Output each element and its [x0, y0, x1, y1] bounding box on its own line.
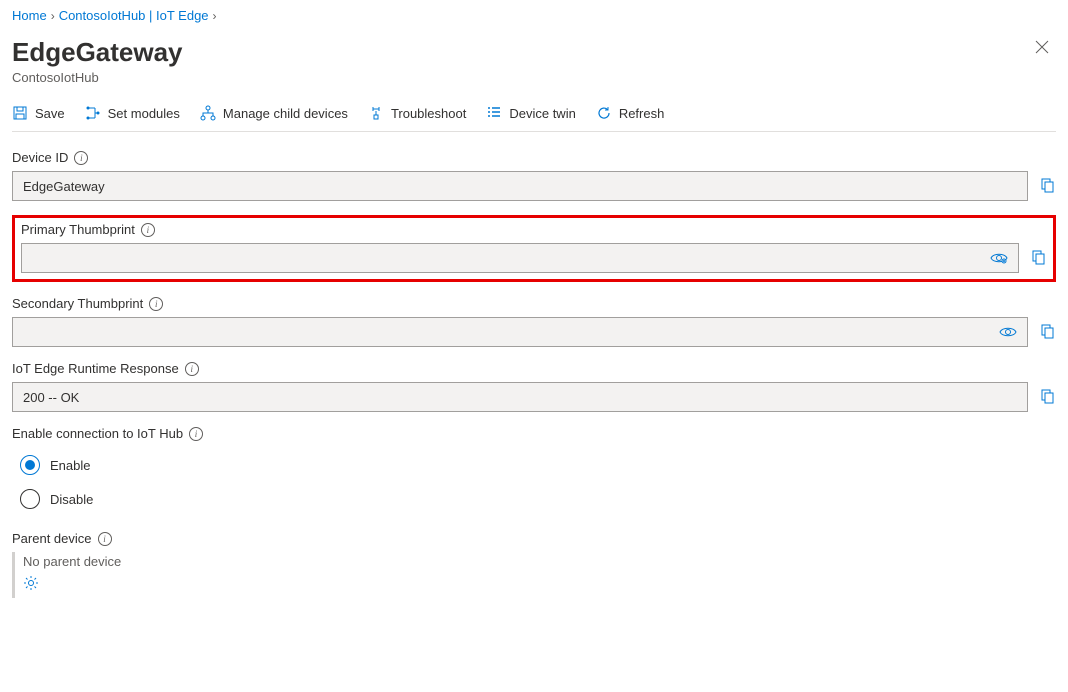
parent-device-box: No parent device	[12, 552, 1056, 598]
device-id-field: Device ID i EdgeGateway	[12, 150, 1056, 201]
chevron-right-icon: ›	[213, 9, 217, 23]
copy-device-id-button[interactable]	[1038, 177, 1056, 195]
radio-disable[interactable]: Disable	[20, 489, 1056, 509]
command-bar: Save Set modules Manage child devices Tr…	[12, 99, 1056, 132]
page-subtitle: ContosoIotHub	[12, 70, 183, 85]
runtime-response-value: 200 -- OK	[23, 390, 79, 405]
eye-icon	[990, 251, 1008, 265]
runtime-response-input: 200 -- OK	[12, 382, 1028, 412]
primary-thumbprint-field: Primary Thumbprint i	[21, 222, 1047, 273]
primary-thumbprint-label: Primary Thumbprint	[21, 222, 135, 237]
device-twin-button[interactable]: Device twin	[486, 105, 575, 121]
parent-none-text: No parent device	[23, 554, 1056, 569]
gear-icon	[23, 575, 39, 591]
parent-device-field: Parent device i No parent device	[12, 531, 1056, 598]
close-button[interactable]	[1028, 33, 1056, 66]
set-modules-button[interactable]: Set modules	[85, 105, 180, 121]
refresh-label: Refresh	[619, 106, 665, 121]
device-id-input: EdgeGateway	[12, 171, 1028, 201]
copy-icon	[1030, 250, 1046, 266]
primary-thumbprint-highlight: Primary Thumbprint i	[12, 215, 1056, 282]
breadcrumb-hub[interactable]: ContosoIotHub | IoT Edge	[59, 8, 209, 23]
configure-parent-button[interactable]	[23, 575, 39, 591]
secondary-thumbprint-field: Secondary Thumbprint i	[12, 296, 1056, 347]
close-icon	[1034, 39, 1050, 55]
secondary-thumbprint-input[interactable]	[12, 317, 1028, 347]
info-icon[interactable]: i	[98, 532, 112, 546]
manage-children-label: Manage child devices	[223, 106, 348, 121]
troubleshoot-label: Troubleshoot	[391, 106, 466, 121]
eye-icon	[999, 325, 1017, 339]
runtime-response-label: IoT Edge Runtime Response	[12, 361, 179, 376]
info-icon[interactable]: i	[141, 223, 155, 237]
save-button[interactable]: Save	[12, 105, 65, 121]
device-id-value: EdgeGateway	[23, 179, 105, 194]
radio-icon	[20, 489, 40, 509]
troubleshoot-button[interactable]: Troubleshoot	[368, 105, 466, 121]
info-icon[interactable]: i	[149, 297, 163, 311]
device-id-label: Device ID	[12, 150, 68, 165]
runtime-response-field: IoT Edge Runtime Response i 200 -- OK	[12, 361, 1056, 412]
primary-thumbprint-input[interactable]	[21, 243, 1019, 273]
reveal-primary-button[interactable]	[990, 249, 1008, 267]
save-icon	[12, 105, 28, 121]
connection-label: Enable connection to IoT Hub	[12, 426, 183, 441]
troubleshoot-icon	[368, 105, 384, 121]
radio-disable-label: Disable	[50, 492, 93, 507]
secondary-thumbprint-label: Secondary Thumbprint	[12, 296, 143, 311]
page-title: EdgeGateway	[12, 37, 183, 68]
copy-icon	[1039, 389, 1055, 405]
connection-radio-group: Enable Disable	[20, 455, 1056, 509]
hierarchy-icon	[200, 105, 216, 121]
reveal-secondary-button[interactable]	[999, 323, 1017, 341]
info-icon[interactable]: i	[185, 362, 199, 376]
copy-icon	[1039, 324, 1055, 340]
info-icon[interactable]: i	[189, 427, 203, 441]
copy-runtime-button[interactable]	[1038, 388, 1056, 406]
breadcrumb: Home › ContosoIotHub | IoT Edge ›	[12, 8, 1056, 23]
radio-enable-label: Enable	[50, 458, 90, 473]
connection-field: Enable connection to IoT Hub i Enable Di…	[12, 426, 1056, 509]
refresh-button[interactable]: Refresh	[596, 105, 665, 121]
info-icon[interactable]: i	[74, 151, 88, 165]
modules-icon	[85, 105, 101, 121]
refresh-icon	[596, 105, 612, 121]
breadcrumb-home[interactable]: Home	[12, 8, 47, 23]
parent-device-label: Parent device	[12, 531, 92, 546]
radio-icon	[20, 455, 40, 475]
set-modules-label: Set modules	[108, 106, 180, 121]
copy-icon	[1039, 178, 1055, 194]
copy-primary-button[interactable]	[1029, 249, 1047, 267]
radio-enable[interactable]: Enable	[20, 455, 1056, 475]
manage-children-button[interactable]: Manage child devices	[200, 105, 348, 121]
save-label: Save	[35, 106, 65, 121]
device-twin-label: Device twin	[509, 106, 575, 121]
list-icon	[486, 105, 502, 121]
chevron-right-icon: ›	[51, 9, 55, 23]
copy-secondary-button[interactable]	[1038, 323, 1056, 341]
